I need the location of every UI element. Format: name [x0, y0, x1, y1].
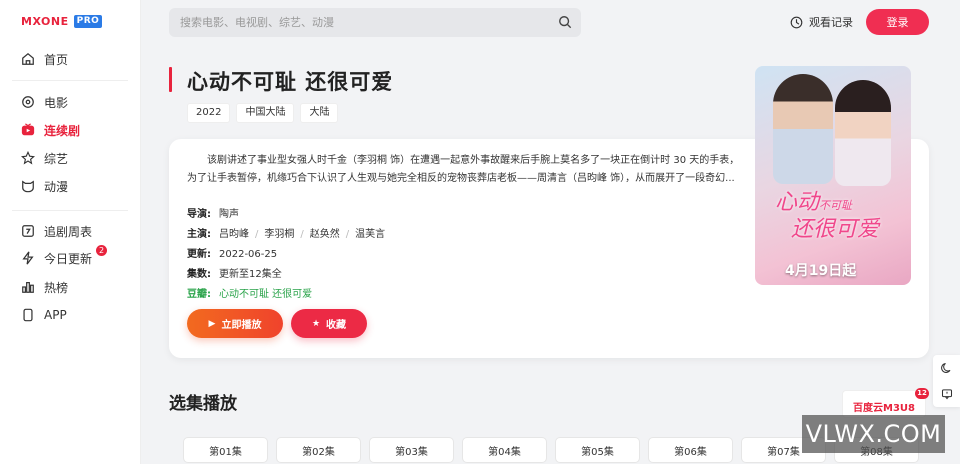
sidebar-item-app[interactable]: APP [12, 302, 130, 328]
film-icon [20, 94, 36, 110]
chart-icon [20, 279, 36, 295]
play-label: 立即播放 [221, 320, 262, 331]
bolt-icon [20, 250, 36, 266]
m3u8-label: 百度云M3U8 [853, 402, 915, 414]
dark-mode-toggle[interactable] [933, 355, 960, 381]
director-row: 导演: 陶声 [187, 205, 385, 225]
douban-link[interactable]: 心动不可耻 还很可爱 [219, 285, 312, 305]
message-icon [941, 389, 952, 400]
episodes-value: 更新至12集全 [219, 269, 282, 280]
sidebar-item-anime[interactable]: 动漫 [12, 173, 130, 199]
episode-button[interactable]: 第02集 [276, 437, 361, 463]
episode-button[interactable]: 第04集 [462, 437, 547, 463]
update-count-badge: 2 [96, 245, 107, 256]
sidebar-item-movie[interactable]: 电影 [12, 89, 130, 115]
m3u8-count-badge: 12 [915, 388, 929, 399]
sidebar-item-label: 追剧周表 [44, 224, 93, 239]
sidebar-item-label: 首页 [44, 52, 69, 67]
episode-button[interactable]: 第05集 [555, 437, 640, 463]
separator: / [300, 229, 304, 240]
sidebar-item-hot[interactable]: 热榜 [12, 274, 130, 300]
poster-figure-male [773, 74, 833, 184]
login-button[interactable]: 登录 [866, 9, 929, 35]
cast-member[interactable]: 赵奂然 [310, 225, 340, 245]
star-icon [20, 150, 36, 166]
home-icon [20, 51, 36, 67]
tv-icon [20, 122, 36, 138]
cat-icon [20, 178, 36, 194]
poster-image[interactable]: 心动不可耻 还很可爱 4月19日起 [755, 66, 911, 285]
sidebar-item-home[interactable]: 首页 [12, 46, 130, 72]
info-list: 导演: 陶声 主演: 吕昀峰 / 李羽桐 / 赵奂然 / 温芙言 更新: 202… [187, 205, 385, 305]
tag-language[interactable]: 大陆 [300, 103, 339, 123]
sidebar-item-label: 今日更新 [44, 251, 93, 266]
poster-figure-female [835, 80, 891, 186]
phone-icon [20, 307, 36, 323]
watermark: VLWX.COM [802, 415, 945, 453]
watch-history-link[interactable]: 观看记录 [790, 14, 853, 30]
sidebar: MXONE PRO 首页 电影 连续剧 综艺 动漫 追剧周表 今日更新 2 热榜… [0, 0, 141, 464]
tag-list: 2022 中国大陆 大陆 [187, 103, 339, 123]
title-accent-bar [169, 67, 172, 92]
separator: / [345, 229, 350, 240]
episode-button[interactable]: 第01集 [183, 437, 268, 463]
cast-label: 主演: [187, 229, 211, 240]
sidebar-item-label: 动漫 [44, 179, 69, 194]
tag-region[interactable]: 中国大陆 [236, 103, 295, 123]
favorite-button[interactable]: ★ 收藏 [291, 309, 367, 338]
moon-icon [940, 362, 950, 373]
douban-label: 豆瓣: [187, 289, 211, 300]
sidebar-item-schedule[interactable]: 追剧周表 [12, 218, 130, 244]
episodes-label: 集数: [187, 269, 211, 280]
m3u8-source-button[interactable]: 百度云M3U8 12 [842, 388, 929, 418]
sidebar-item-label: 综艺 [44, 151, 69, 166]
episodes-row: 集数: 更新至12集全 [187, 265, 385, 285]
play-icon: ▶ [208, 318, 216, 329]
sidebar-item-label: 连续剧 [44, 123, 81, 138]
description: 该剧讲述了事业型女强人时千金（李羽桐 饰）在遭遇一起意外事故醒来后手腕上莫名多了… [187, 155, 740, 184]
episode-button[interactable]: 第03集 [369, 437, 454, 463]
logo[interactable]: MXONE PRO [21, 15, 103, 28]
cast-member[interactable]: 吕昀峰 [219, 225, 249, 245]
cast-row: 主演: 吕昀峰 / 李羽桐 / 赵奂然 / 温芙言 [187, 225, 385, 245]
divider [12, 210, 128, 211]
calendar-icon [20, 223, 36, 239]
episodes-section-title: 选集播放 [169, 394, 237, 414]
sidebar-item-label: APP [44, 308, 67, 322]
tag-year[interactable]: 2022 [187, 103, 231, 123]
search-input[interactable] [180, 16, 540, 29]
history-label: 观看记录 [809, 16, 853, 29]
episode-button[interactable]: 第06集 [648, 437, 733, 463]
director-label: 导演: [187, 209, 211, 220]
page-title: 心动不可耻 还很可爱 [187, 70, 394, 94]
sidebar-item-variety[interactable]: 综艺 [12, 145, 130, 171]
sidebar-item-tv-series[interactable]: 连续剧 [12, 117, 130, 143]
play-now-button[interactable]: ▶ 立即播放 [187, 309, 283, 338]
favorite-label: 收藏 [326, 320, 347, 331]
search-bar [169, 8, 581, 37]
updated-value: 2022-06-25 [219, 249, 278, 260]
updated-label: 更新: [187, 249, 211, 260]
logo-badge: PRO [73, 15, 103, 28]
sidebar-item-label: 热榜 [44, 280, 69, 295]
cast-member[interactable]: 李羽桐 [264, 225, 294, 245]
star-icon: ★ [311, 318, 321, 329]
feedback-button[interactable] [933, 381, 960, 407]
floating-toolbar [933, 355, 960, 407]
separator: / [255, 229, 259, 240]
updated-row: 更新: 2022-06-25 [187, 245, 385, 265]
poster-title: 心动不可耻 还很可爱 [775, 190, 880, 242]
search-icon[interactable] [558, 15, 572, 32]
divider [12, 80, 128, 81]
sidebar-item-label: 电影 [44, 95, 69, 110]
poster-date: 4月19日起 [785, 263, 857, 279]
sidebar-item-today-update[interactable]: 今日更新 2 [12, 245, 130, 271]
douban-row: 豆瓣: 心动不可耻 还很可爱 [187, 285, 385, 305]
cast-member[interactable]: 温芙言 [355, 225, 385, 245]
logo-text: MXONE [21, 15, 69, 28]
clock-icon [790, 16, 803, 28]
director-value[interactable]: 陶声 [219, 205, 239, 225]
